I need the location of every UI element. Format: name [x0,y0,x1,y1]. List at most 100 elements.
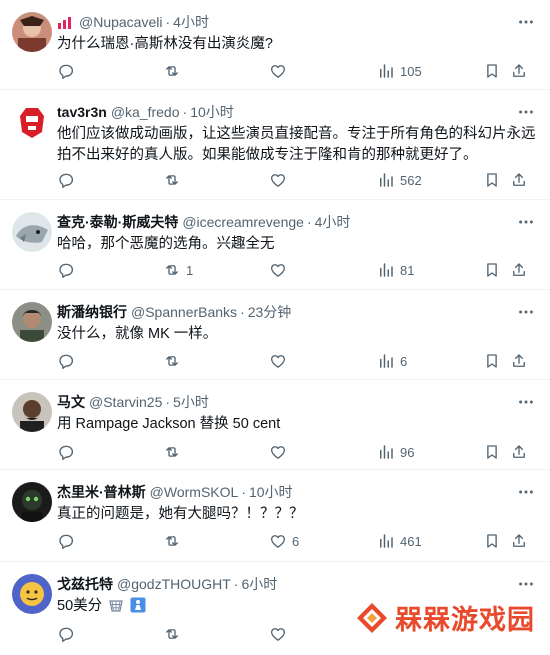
avatar[interactable] [12,302,52,342]
bookmark-icon [487,445,497,459]
like-button[interactable]: 6 [269,531,299,551]
tweet[interactable]: @Nupacaveli · 4小时 为什么瑞恩·高斯林没有出演炎魔? 105 [0,0,550,90]
share-button[interactable] [510,531,528,551]
share-icon [513,354,525,367]
more-options-icon[interactable] [516,392,536,412]
like-button[interactable] [269,61,287,81]
retweet-button[interactable] [163,624,181,644]
more-options-icon[interactable] [516,212,536,232]
tweet-text: 没什么，就像 MK 一样。 [57,326,218,342]
user-handle[interactable]: @ka_fredo [111,104,180,120]
timestamp[interactable]: 23分钟 [248,302,292,322]
share-button[interactable] [510,351,528,371]
avatar[interactable] [12,12,52,52]
retweet-button[interactable] [163,351,181,371]
views-button[interactable]: 461 [377,531,422,551]
reply-button[interactable] [57,351,75,371]
user-handle[interactable]: @WormSKOL [150,484,239,500]
bookmark-icon [487,263,497,277]
user-handle[interactable]: @godzTHOUGHT [117,576,231,592]
display-name[interactable]: 查克·泰勒·斯威夫特 [57,212,178,232]
reply-icon [59,445,74,460]
views-count: 6 [400,353,408,369]
bookmark-button[interactable] [483,170,501,190]
like-button[interactable] [269,624,287,644]
display-name[interactable]: 戈兹托特 [57,574,113,594]
timestamp[interactable]: 6小时 [241,574,277,594]
views-icon [380,534,393,548]
user-handle[interactable]: @icecreamrevenge [182,214,304,230]
bookmark-button[interactable] [483,531,501,551]
share-button[interactable] [510,442,528,462]
bookmark-button[interactable] [483,260,501,280]
bookmark-button[interactable] [483,351,501,371]
display-name[interactable]: tav3r3n [57,104,107,120]
user-handle[interactable]: @Starvin25 [89,394,162,410]
reply-icon [59,534,74,549]
views-button[interactable]: 6 [377,351,407,371]
views-icon [380,354,393,368]
more-options-icon[interactable] [516,302,536,322]
retweet-button[interactable] [163,170,181,190]
retweet-button[interactable] [163,442,181,462]
reply-button[interactable] [57,61,75,81]
retweet-icon [166,265,178,275]
timestamp[interactable]: 4小时 [173,12,209,32]
share-icon [513,445,525,458]
views-icon [380,173,393,187]
separator-dot: · [182,104,188,120]
like-button[interactable] [269,442,287,462]
user-handle[interactable]: @SpannerBanks [131,304,237,320]
avatar[interactable] [12,102,52,142]
retweet-button[interactable]: 1 [163,260,193,280]
more-options-icon[interactable] [516,102,536,122]
tweet[interactable]: tav3r3n @ka_fredo · 10小时 他们应该做成动画版，让这些演员… [0,90,550,200]
share-button[interactable] [510,260,528,280]
display-name[interactable]: 斯潘纳银行 [57,302,127,322]
tweet[interactable]: 马文 @Starvin25 · 5小时 用 Rampage Jackson 替换… [0,380,550,470]
views-button[interactable]: 105 [377,61,422,81]
retweet-button[interactable] [163,61,181,81]
display-name[interactable]: 杰里米·普林斯 [57,482,146,502]
views-button[interactable]: 562 [377,170,422,190]
timestamp[interactable]: 5小时 [173,392,209,412]
more-options-icon[interactable] [516,12,536,32]
tweet[interactable]: 杰里米·普林斯 @WormSKOL · 10小时 真正的问题是，她有大腿吗？！？… [0,470,550,562]
action-bar: 6 461 [57,531,539,551]
reply-icon [59,173,74,188]
reply-button[interactable] [57,624,75,644]
timestamp[interactable]: 10小时 [190,102,234,122]
reply-button[interactable] [57,531,75,551]
bookmark-button[interactable] [483,442,501,462]
user-handle[interactable]: @Nupacaveli [79,14,162,30]
timestamp[interactable]: 10小时 [249,482,293,502]
reply-button[interactable] [57,170,75,190]
avatar[interactable] [12,574,52,614]
avatar[interactable] [12,482,52,522]
share-icon [513,173,525,186]
avatar[interactable] [12,392,52,432]
bookmark-button[interactable] [483,61,501,81]
like-button[interactable] [269,260,287,280]
retweet-button[interactable] [163,531,181,551]
like-button[interactable] [269,351,287,371]
tweet[interactable]: 查克·泰勒·斯威夫特 @icecreamrevenge · 4小时 哈哈，那个恶… [0,200,550,290]
heart-icon [270,535,286,548]
tweet[interactable]: 斯潘纳银行 @SpannerBanks · 23分钟 没什么，就像 MK 一样。… [0,290,550,380]
tweet-header: 马文 @Starvin25 · 5小时 [57,392,209,412]
reply-button[interactable] [57,442,75,462]
views-button[interactable]: 81 [377,260,414,280]
reply-button[interactable] [57,260,75,280]
tweet-header: 杰里米·普林斯 @WormSKOL · 10小时 [57,482,293,502]
chart-emoji-icon [57,15,75,29]
views-button[interactable]: 96 [377,442,414,462]
tweet-text: 真正的问题是，她有大腿吗？！？？？ [57,506,304,522]
more-options-icon[interactable] [516,574,536,594]
display-name[interactable]: 马文 [57,392,85,412]
like-button[interactable] [269,170,287,190]
share-button[interactable] [510,170,528,190]
share-button[interactable] [510,61,528,81]
more-options-icon[interactable] [516,482,536,502]
timestamp[interactable]: 4小时 [315,212,351,232]
avatar[interactable] [12,212,52,252]
